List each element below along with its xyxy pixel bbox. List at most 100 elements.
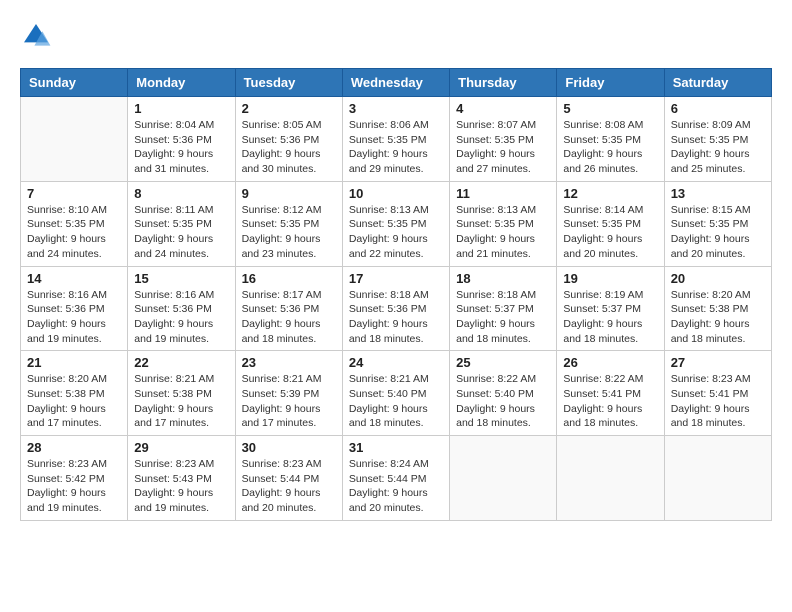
day-info: Sunrise: 8:11 AM Sunset: 5:35 PM Dayligh… (134, 203, 228, 262)
day-cell (21, 97, 128, 182)
day-cell: 6 Sunrise: 8:09 AM Sunset: 5:35 PM Daylig… (664, 97, 771, 182)
day-cell: 16 Sunrise: 8:17 AM Sunset: 5:36 PM Dayli… (235, 266, 342, 351)
day-info: Sunrise: 8:15 AM Sunset: 5:35 PM Dayligh… (671, 203, 765, 262)
day-number: 8 (134, 186, 228, 201)
day-cell: 31Sunrise: 8:24 AM Sunset: 5:44 PM Dayli… (342, 436, 449, 521)
page-header (20, 20, 772, 52)
day-number: 11 (456, 186, 550, 201)
day-cell: 29 Sunrise: 8:23 AM Sunset: 5:43 PM Dayli… (128, 436, 235, 521)
day-info: Sunrise: 8:19 AM Sunset: 5:37 PM Dayligh… (563, 288, 657, 347)
day-info: Sunrise: 8:07 AM Sunset: 5:35 PM Dayligh… (456, 118, 550, 177)
day-number: 3 (349, 101, 443, 116)
day-cell: 4 Sunrise: 8:07 AM Sunset: 5:35 PM Daylig… (450, 97, 557, 182)
day-info: Sunrise: 8:23 AM Sunset: 5:42 PM Dayligh… (27, 457, 121, 516)
header-day-wednesday: Wednesday (342, 69, 449, 97)
day-cell: 10Sunrise: 8:13 AM Sunset: 5:35 PM Dayli… (342, 181, 449, 266)
day-number: 24 (349, 355, 443, 370)
day-number: 9 (242, 186, 336, 201)
day-info: Sunrise: 8:24 AM Sunset: 5:44 PM Dayligh… (349, 457, 443, 516)
day-number: 14 (27, 271, 121, 286)
day-number: 7 (27, 186, 121, 201)
day-number: 18 (456, 271, 550, 286)
day-cell: 11Sunrise: 8:13 AM Sunset: 5:35 PM Dayli… (450, 181, 557, 266)
day-cell: 27Sunrise: 8:23 AM Sunset: 5:41 PM Dayli… (664, 351, 771, 436)
day-cell: 28 Sunrise: 8:23 AM Sunset: 5:42 PM Dayli… (21, 436, 128, 521)
week-row-2: 14 Sunrise: 8:16 AM Sunset: 5:36 PM Dayli… (21, 266, 772, 351)
week-row-0: 1 Sunrise: 8:04 AM Sunset: 5:36 PM Daylig… (21, 97, 772, 182)
day-info: Sunrise: 8:22 AM Sunset: 5:40 PM Dayligh… (456, 372, 550, 431)
day-cell: 18 Sunrise: 8:18 AM Sunset: 5:37 PM Dayli… (450, 266, 557, 351)
day-info: Sunrise: 8:22 AM Sunset: 5:41 PM Dayligh… (563, 372, 657, 431)
day-info: Sunrise: 8:23 AM Sunset: 5:41 PM Dayligh… (671, 372, 765, 431)
day-number: 12 (563, 186, 657, 201)
day-cell: 23 Sunrise: 8:21 AM Sunset: 5:39 PM Dayli… (235, 351, 342, 436)
day-number: 6 (671, 101, 765, 116)
day-number: 1 (134, 101, 228, 116)
day-cell: 2Sunrise: 8:05 AM Sunset: 5:36 PM Daylig… (235, 97, 342, 182)
day-info: Sunrise: 8:16 AM Sunset: 5:36 PM Dayligh… (27, 288, 121, 347)
day-cell: 20 Sunrise: 8:20 AM Sunset: 5:38 PM Dayli… (664, 266, 771, 351)
day-info: Sunrise: 8:18 AM Sunset: 5:36 PM Dayligh… (349, 288, 443, 347)
week-row-4: 28 Sunrise: 8:23 AM Sunset: 5:42 PM Dayli… (21, 436, 772, 521)
header-row: SundayMondayTuesdayWednesdayThursdayFrid… (21, 69, 772, 97)
day-info: Sunrise: 8:05 AM Sunset: 5:36 PM Dayligh… (242, 118, 336, 177)
day-cell: 22 Sunrise: 8:21 AM Sunset: 5:38 PM Dayli… (128, 351, 235, 436)
day-info: Sunrise: 8:23 AM Sunset: 5:43 PM Dayligh… (134, 457, 228, 516)
day-info: Sunrise: 8:20 AM Sunset: 5:38 PM Dayligh… (671, 288, 765, 347)
day-number: 22 (134, 355, 228, 370)
day-cell: 24 Sunrise: 8:21 AM Sunset: 5:40 PM Dayli… (342, 351, 449, 436)
day-number: 10 (349, 186, 443, 201)
day-cell: 1 Sunrise: 8:04 AM Sunset: 5:36 PM Daylig… (128, 97, 235, 182)
day-number: 13 (671, 186, 765, 201)
day-number: 20 (671, 271, 765, 286)
logo-icon (20, 20, 52, 52)
day-cell: 14 Sunrise: 8:16 AM Sunset: 5:36 PM Dayli… (21, 266, 128, 351)
day-info: Sunrise: 8:21 AM Sunset: 5:40 PM Dayligh… (349, 372, 443, 431)
day-cell: 19 Sunrise: 8:19 AM Sunset: 5:37 PM Dayli… (557, 266, 664, 351)
day-info: Sunrise: 8:14 AM Sunset: 5:35 PM Dayligh… (563, 203, 657, 262)
day-number: 15 (134, 271, 228, 286)
day-cell: 7 Sunrise: 8:10 AM Sunset: 5:35 PM Daylig… (21, 181, 128, 266)
day-info: Sunrise: 8:21 AM Sunset: 5:39 PM Dayligh… (242, 372, 336, 431)
day-cell: 26 Sunrise: 8:22 AM Sunset: 5:41 PM Dayli… (557, 351, 664, 436)
day-number: 17 (349, 271, 443, 286)
day-info: Sunrise: 8:16 AM Sunset: 5:36 PM Dayligh… (134, 288, 228, 347)
header-day-thursday: Thursday (450, 69, 557, 97)
day-number: 16 (242, 271, 336, 286)
day-info: Sunrise: 8:21 AM Sunset: 5:38 PM Dayligh… (134, 372, 228, 431)
header-day-friday: Friday (557, 69, 664, 97)
day-number: 19 (563, 271, 657, 286)
day-number: 4 (456, 101, 550, 116)
day-cell: 15 Sunrise: 8:16 AM Sunset: 5:36 PM Dayli… (128, 266, 235, 351)
day-cell: 8 Sunrise: 8:11 AM Sunset: 5:35 PM Daylig… (128, 181, 235, 266)
day-number: 21 (27, 355, 121, 370)
day-cell: 12 Sunrise: 8:14 AM Sunset: 5:35 PM Dayli… (557, 181, 664, 266)
day-info: Sunrise: 8:09 AM Sunset: 5:35 PM Dayligh… (671, 118, 765, 177)
day-number: 29 (134, 440, 228, 455)
day-info: Sunrise: 8:10 AM Sunset: 5:35 PM Dayligh… (27, 203, 121, 262)
day-info: Sunrise: 8:23 AM Sunset: 5:44 PM Dayligh… (242, 457, 336, 516)
day-number: 23 (242, 355, 336, 370)
calendar-body: 1 Sunrise: 8:04 AM Sunset: 5:36 PM Daylig… (21, 97, 772, 521)
day-number: 25 (456, 355, 550, 370)
header-day-tuesday: Tuesday (235, 69, 342, 97)
day-info: Sunrise: 8:18 AM Sunset: 5:37 PM Dayligh… (456, 288, 550, 347)
day-cell (557, 436, 664, 521)
day-cell: 30Sunrise: 8:23 AM Sunset: 5:44 PM Dayli… (235, 436, 342, 521)
day-number: 28 (27, 440, 121, 455)
header-day-sunday: Sunday (21, 69, 128, 97)
logo (20, 20, 58, 52)
day-cell: 21Sunrise: 8:20 AM Sunset: 5:38 PM Dayli… (21, 351, 128, 436)
calendar-header: SundayMondayTuesdayWednesdayThursdayFrid… (21, 69, 772, 97)
day-cell (450, 436, 557, 521)
day-info: Sunrise: 8:08 AM Sunset: 5:35 PM Dayligh… (563, 118, 657, 177)
day-info: Sunrise: 8:12 AM Sunset: 5:35 PM Dayligh… (242, 203, 336, 262)
header-day-saturday: Saturday (664, 69, 771, 97)
day-cell: 25 Sunrise: 8:22 AM Sunset: 5:40 PM Dayli… (450, 351, 557, 436)
day-number: 26 (563, 355, 657, 370)
calendar-table: SundayMondayTuesdayWednesdayThursdayFrid… (20, 68, 772, 521)
day-info: Sunrise: 8:04 AM Sunset: 5:36 PM Dayligh… (134, 118, 228, 177)
day-cell: 5Sunrise: 8:08 AM Sunset: 5:35 PM Daylig… (557, 97, 664, 182)
day-cell: 13 Sunrise: 8:15 AM Sunset: 5:35 PM Dayli… (664, 181, 771, 266)
day-info: Sunrise: 8:17 AM Sunset: 5:36 PM Dayligh… (242, 288, 336, 347)
